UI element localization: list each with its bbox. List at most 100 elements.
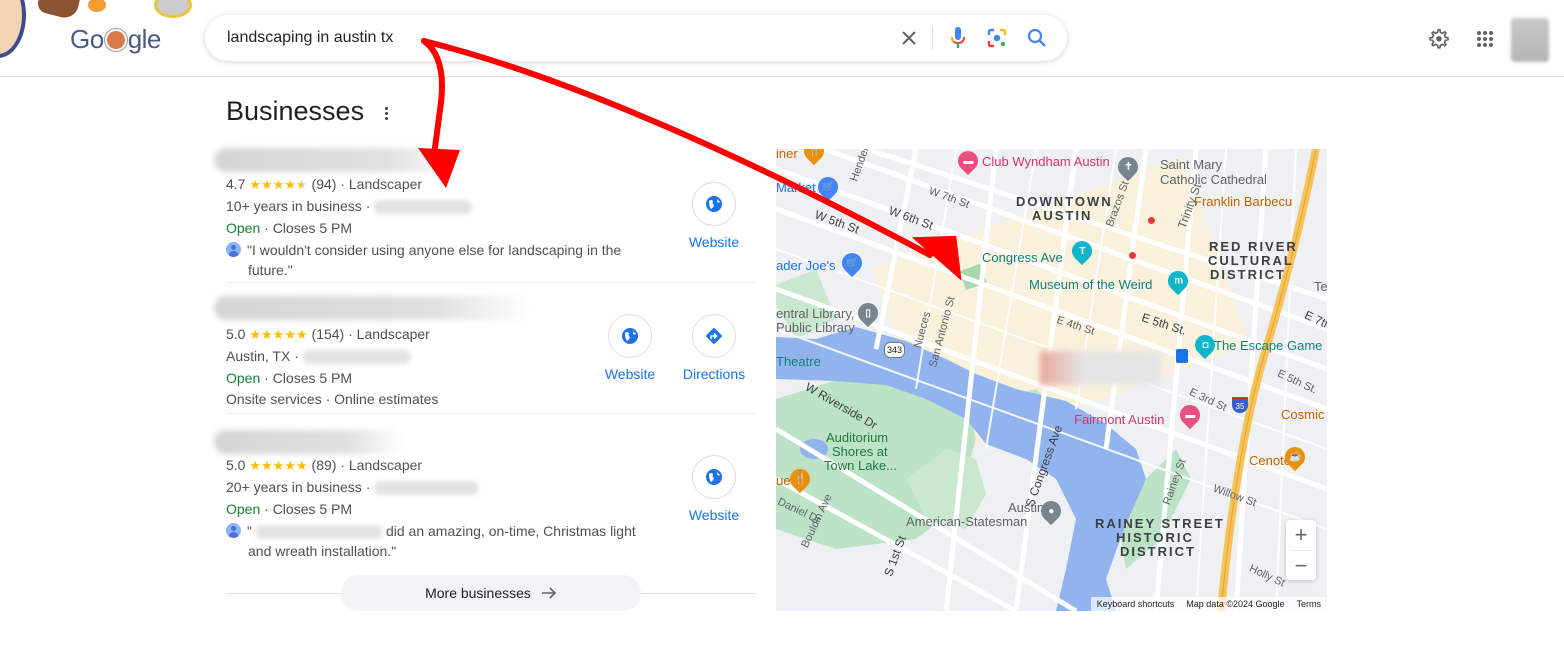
business-address: Austin, TX · <box>226 348 299 364</box>
directions-icon <box>692 314 736 358</box>
zoom-in-button[interactable]: + <box>1286 520 1316 550</box>
years-in-business: 10+ years in business · <box>226 198 371 214</box>
open-status: Open <box>226 501 261 517</box>
map-label-red-river-3: DISTRICT <box>1210 267 1286 282</box>
doodle-flower <box>88 0 106 12</box>
reviewer-avatar-icon <box>226 523 241 538</box>
business-listing[interactable]: 4.7 ★★★★★ (94) · Landscaper 10+ years in… <box>214 148 756 283</box>
map[interactable]: iner 🍴 Hender ▬ Club Wyndham Austin ✝ Sa… <box>776 149 1327 611</box>
globe-icon <box>692 182 736 226</box>
map-label-museum-of-the-weird[interactable]: Museum of the Weird <box>1029 278 1152 292</box>
business-name-redacted[interactable] <box>214 148 460 172</box>
redacted-phone <box>374 481 479 496</box>
years-in-business: 20+ years in business · <box>226 479 371 495</box>
review-snippet: " did an amazing, on-time, Christmas ligh… <box>226 521 636 541</box>
search-box <box>205 15 1067 61</box>
map-label-congress-ave[interactable]: Congress Ave <box>982 251 1063 265</box>
business-category: Landscaper <box>356 326 430 342</box>
map-label-austin-american-statesman[interactable]: Austin <box>1008 501 1044 515</box>
doodle-hand <box>35 0 81 21</box>
map-label-saint-mary-2: Catholic Cathedral <box>1160 172 1267 187</box>
microphone-icon[interactable] <box>946 26 970 50</box>
map-label-theatre[interactable]: Theatre <box>776 355 821 369</box>
divider <box>226 413 756 414</box>
map-label-que[interactable]: ue <box>776 474 790 488</box>
rating-line: 5.0 ★★★★★ (154) · Landscaper <box>226 326 430 342</box>
business-listing[interactable]: 5.0 ★★★★★ (89) · Landscaper 20+ years in… <box>214 430 756 570</box>
google-lens-icon[interactable] <box>985 26 1009 50</box>
map-label-te: Te: <box>1314 279 1327 294</box>
map-marker-dot[interactable] <box>1148 217 1155 224</box>
directions-button[interactable]: Directions <box>674 314 754 382</box>
i35-shield-icon: 35 <box>1232 397 1248 413</box>
rating-line: 4.7 ★★★★★ (94) · Landscaper <box>226 176 423 192</box>
website-button[interactable]: Website <box>674 455 754 523</box>
map-label-club-wyndham[interactable]: Club Wyndham Austin <box>982 155 1110 169</box>
map-label-diner[interactable]: iner <box>776 149 798 161</box>
map-label-escape-game[interactable]: The Escape Game <box>1214 339 1322 353</box>
close-icon[interactable] <box>897 26 921 50</box>
map-label-central-library-2: Public Library <box>776 320 855 335</box>
business-listing[interactable]: 5.0 ★★★★★ (154) · Landscaper Austin, TX … <box>214 296 756 414</box>
website-button[interactable]: Website <box>590 314 670 382</box>
map-footer: Keyboard shortcuts Map data ©2024 Google… <box>1090 597 1327 611</box>
star-rating: ★★★★★ <box>249 458 308 473</box>
map-marker-dot[interactable] <box>1129 252 1136 259</box>
google-logo[interactable]: Go gle <box>70 24 161 55</box>
closing-time: · Closes 5 PM <box>264 501 353 517</box>
rating-line: 5.0 ★★★★★ (89) · Landscaper <box>226 457 423 473</box>
globe-icon <box>692 455 736 499</box>
years-line: 10+ years in business · <box>226 196 473 216</box>
google-doodle[interactable]: Go gle <box>0 0 200 70</box>
keyboard-shortcuts-link[interactable]: Keyboard shortcuts <box>1097 599 1175 609</box>
closing-time: · Closes 5 PM <box>264 370 353 386</box>
apps-grid-icon[interactable] <box>1473 27 1497 51</box>
search-divider <box>932 27 933 49</box>
more-options-icon[interactable] <box>378 103 394 123</box>
map-label-cosmic[interactable]: Cosmic S <box>1281 408 1327 422</box>
map-label-trader-joes[interactable]: ader Joe's <box>776 259 836 273</box>
redacted-business-name <box>255 525 382 540</box>
map-data-attribution: Map data ©2024 Google <box>1186 599 1285 609</box>
open-status: Open <box>226 220 261 236</box>
account-avatar[interactable] <box>1511 18 1549 62</box>
review-count[interactable]: (154) <box>312 326 345 342</box>
gear-icon[interactable] <box>1427 27 1451 51</box>
business-name-redacted[interactable] <box>214 430 404 454</box>
zoom-out-button[interactable]: − <box>1286 551 1316 581</box>
map-label-franklin-barbecue[interactable]: Franklin Barbecu <box>1194 195 1292 209</box>
review-snippet-cont: future." <box>248 262 293 278</box>
map-label-auditorium-shores-2: Shores at <box>832 444 888 459</box>
more-businesses-button[interactable]: More businesses <box>341 575 641 611</box>
map-label-rainey-street-3: DISTRICT <box>1120 544 1196 559</box>
map-label-red-river: RED RIVER <box>1209 239 1298 254</box>
search-input[interactable] <box>227 25 887 51</box>
map-label-auditorium-shores[interactable]: Auditorium <box>826 431 888 445</box>
open-status: Open <box>226 370 261 386</box>
business-category: Landscaper <box>348 457 423 473</box>
doodle-o-icon <box>104 29 127 51</box>
website-label: Website <box>604 366 656 382</box>
map-label-fairmont-austin[interactable]: Fairmont Austin <box>1074 413 1164 427</box>
highway-343-shield: 343 <box>884 342 906 358</box>
review-count[interactable]: (94) <box>312 176 337 192</box>
website-button[interactable]: Website <box>674 182 754 250</box>
review-snippet: "I wouldn't consider using anyone else f… <box>226 240 621 260</box>
rating-value: 4.7 <box>226 176 246 192</box>
redacted-map-marker[interactable] <box>1040 351 1162 385</box>
years-line: 20+ years in business · <box>226 477 479 497</box>
map-label-saint-mary[interactable]: Saint Mary <box>1160 158 1222 172</box>
website-label: Website <box>688 234 740 250</box>
transit-icon[interactable] <box>1176 349 1188 363</box>
hours-line: Open · Closes 5 PM <box>226 499 352 519</box>
arrow-right-icon <box>541 587 557 599</box>
map-label-market[interactable]: Market <box>776 181 816 195</box>
globe-icon <box>608 314 652 358</box>
terms-link[interactable]: Terms <box>1297 599 1322 609</box>
review-count[interactable]: (89) <box>312 457 337 473</box>
search-icon[interactable] <box>1025 26 1049 50</box>
businesses-heading: Businesses <box>226 96 365 126</box>
business-name-redacted[interactable] <box>214 296 530 320</box>
map-label-red-river-2: CULTURAL <box>1208 253 1294 268</box>
map-label-central-library[interactable]: entral Library, <box>776 307 855 321</box>
